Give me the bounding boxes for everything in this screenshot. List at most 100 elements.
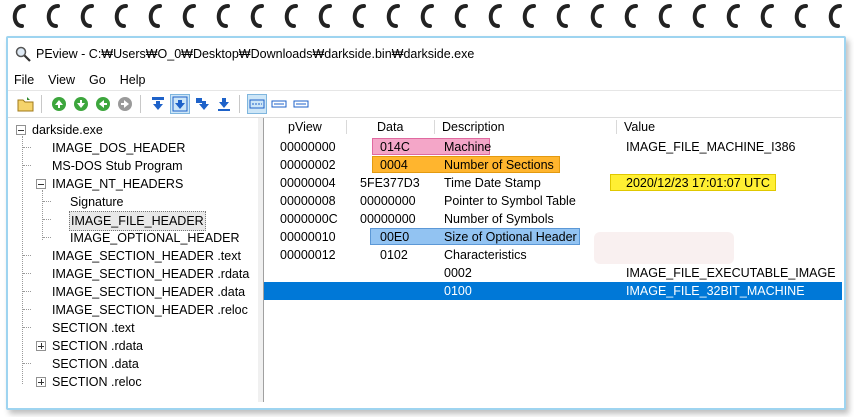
tree-item-dos-stub[interactable]: MS-DOS Stub Program [52,157,183,175]
spiral-ring [250,4,264,28]
tree-connector [23,147,31,148]
cell-description: Characteristics [444,248,527,262]
table-row[interactable]: 00000010 00E0 Size of Optional Header [264,228,842,246]
tree-item-dos-header[interactable]: IMAGE_DOS_HEADER [52,139,185,157]
spiral-ring [692,4,706,28]
spiral-ring [386,4,400,28]
list-view-icon[interactable] [269,94,289,114]
dword-view-icon[interactable] [192,94,212,114]
cell-value: 2020/12/23 17:01:07 UTC [626,176,770,190]
cell-data: 0004 [380,158,408,172]
cell-description: Number of Symbols [444,212,554,226]
cell-description: 0002 [444,266,472,280]
table-row[interactable]: 0100 IMAGE_FILE_32BIT_MACHINE [264,282,842,300]
tree-item-signature[interactable]: Signature [70,193,124,211]
tree-item-file-header[interactable]: IMAGE_FILE_HEADER [69,211,206,231]
tree-item-section-header-rdata[interactable]: IMAGE_SECTION_HEADER .rdata [52,265,249,283]
cell-description: 0100 [444,284,472,298]
tree-connector [23,327,31,328]
peview-window: PEview - C:₩Users₩O_0₩Desktop₩Downloads₩… [8,38,842,404]
column-separator[interactable] [616,120,617,134]
table-row[interactable]: 00000012 0102 Characteristics [264,246,842,264]
table-row[interactable]: 00000002 0004 Number of Sections [264,156,842,174]
spiral-ring [420,4,434,28]
cell-data: 0102 [380,248,408,262]
tree-root[interactable]: darkside.exe [32,121,103,139]
tree-view[interactable]: darkside.exe IMAGE_DOS_HEADER MS-DOS Stu… [8,118,259,402]
spiral-ring [590,4,604,28]
tree-item-section-header-text[interactable]: IMAGE_SECTION_HEADER .text [52,247,241,265]
table-row[interactable]: 00000000 014C Machine IMAGE_FILE_MACHINE_I3… [264,138,842,156]
tree-item-optional-header[interactable]: IMAGE_OPTIONAL_HEADER [70,229,240,247]
tree-item-section-header-reloc[interactable]: IMAGE_SECTION_HEADER .reloc [52,301,248,319]
cell-data: 00000000 [360,194,416,208]
column-header-description[interactable]: Description [442,118,505,136]
cell-pview: 00000010 [280,230,336,244]
spiral-ring [80,4,94,28]
column-header-data[interactable]: Data [377,118,403,136]
byte-view-icon[interactable] [148,94,168,114]
spiral-ring [114,4,128,28]
tree-connector [23,291,31,292]
details-list[interactable]: pView Data Description Value 00000000 014… [264,118,842,402]
tree-item-section-rdata[interactable]: SECTION .rdata [52,337,143,355]
details-view-icon[interactable] [247,94,267,114]
qword-view-icon[interactable] [214,94,234,114]
collapse-icon[interactable] [16,125,26,135]
menu-help[interactable]: Help [120,73,146,87]
column-header-pview[interactable]: pView [288,118,322,136]
menu-go[interactable]: Go [89,73,106,87]
cell-description: Pointer to Symbol Table [444,194,576,208]
collapse-icon[interactable] [36,179,46,189]
cell-pview: 00000012 [280,248,336,262]
tree-item-nt-headers[interactable]: IMAGE_NT_HEADERS [52,175,183,193]
cell-pview: 00000008 [280,194,336,208]
expand-icon[interactable] [36,377,46,387]
forward-icon[interactable] [71,94,91,114]
tree-item-section-data[interactable]: SECTION .data [52,355,139,373]
tree-item-section-header-data[interactable]: IMAGE_SECTION_HEADER .data [52,283,245,301]
toolbar-separator [239,95,240,113]
spiral-ring [828,4,842,28]
column-separator[interactable] [346,120,347,134]
tree-connector [23,363,31,364]
menu-file[interactable]: File [14,73,34,87]
tree-connector [23,165,31,166]
table-row[interactable]: 0000000C 00000000 Number of Symbols [264,210,842,228]
tree-connector [43,201,51,202]
column-header-value[interactable]: Value [624,118,655,136]
magnifier-icon [14,45,32,63]
column-separator[interactable] [434,120,435,134]
title-bar: PEview - C:₩Users₩O_0₩Desktop₩Downloads₩… [8,38,842,70]
next-icon[interactable] [115,94,135,114]
cell-description: Machine [444,140,492,154]
spiral-ring [522,4,536,28]
cell-data: 5FE377D3 [360,176,420,190]
spiral-ring [182,4,196,28]
tree-item-section-text[interactable]: SECTION .text [52,319,135,337]
menu-view[interactable]: View [48,73,75,87]
open-file-icon[interactable] [16,94,36,114]
tree-guide [42,190,43,240]
cell-description: Size of Optional Header [444,230,577,244]
expand-icon[interactable] [36,341,46,351]
cell-value: IMAGE_FILE_EXECUTABLE_IMAGE [626,266,836,280]
table-row[interactable]: 0002 IMAGE_FILE_EXECUTABLE_IMAGE [264,264,842,282]
back-icon[interactable] [49,94,69,114]
tree-connector [43,237,51,238]
word-view-icon[interactable] [170,94,190,114]
tree-item-section-reloc[interactable]: SECTION .reloc [52,373,142,391]
spiral-ring [284,4,298,28]
tree-connector [43,219,51,220]
spiral-ring [454,4,468,28]
toolbar [8,91,842,118]
cell-pview: 00000002 [280,158,336,172]
spiral-ring [658,4,672,28]
table-row[interactable]: 00000004 5FE377D3 Time Date Stamp 2020/12/2… [264,174,842,192]
cell-data: 014C [380,140,410,154]
up-icon[interactable] [93,94,113,114]
tree-connector [23,273,31,274]
spiral-ring [318,4,332,28]
table-row[interactable]: 00000008 00000000 Pointer to Symbol Table [264,192,842,210]
small-view-icon[interactable] [291,94,311,114]
